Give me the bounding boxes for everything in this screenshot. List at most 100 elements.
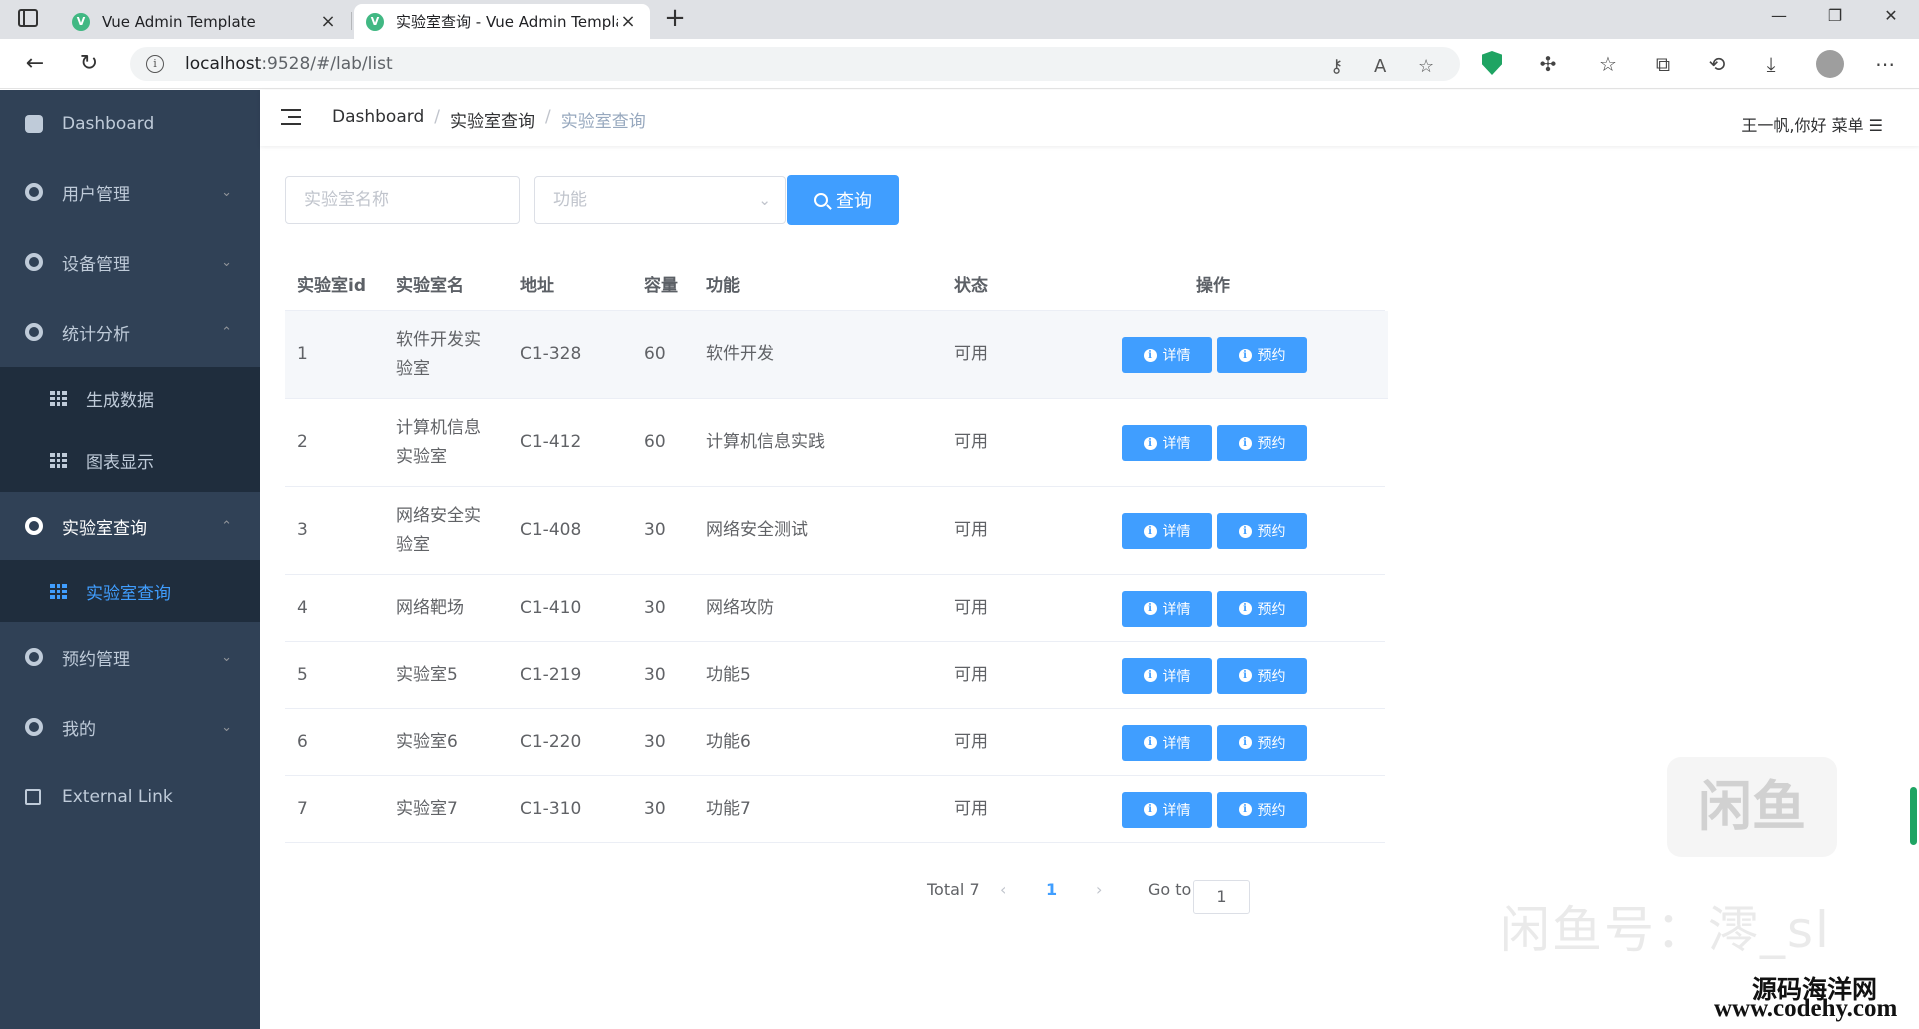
tab-separator	[351, 12, 352, 30]
key-icon[interactable]: ⚷	[1330, 56, 1343, 77]
table-row: 4 网络靶场 C1-410 30 网络攻防 可用 i 详情 i 预约	[285, 575, 1385, 642]
chevron-down-icon: ⌄	[758, 191, 771, 209]
reserve-button[interactable]: i 预约	[1217, 337, 1307, 373]
profile-avatar[interactable]	[1816, 50, 1844, 78]
refresh-icon[interactable]: ↻	[74, 49, 104, 79]
gear-icon	[25, 253, 43, 271]
query-button[interactable]: 查询	[787, 175, 899, 225]
cell-id: 1	[297, 344, 308, 364]
sidebar-item-label: 生成数据	[86, 390, 154, 411]
user-menu[interactable]: 王一帆,你好 菜单 ☰	[1741, 112, 1883, 136]
sidebar-item-dashboard[interactable]: Dashboard	[0, 90, 260, 157]
favorites-icon[interactable]: ☆	[1595, 51, 1621, 77]
close-icon[interactable]: ×	[618, 11, 638, 32]
prev-page-icon[interactable]: ‹	[1000, 880, 1006, 899]
goto-page-input[interactable]: 1	[1193, 880, 1250, 914]
sidebar-item-chart-display[interactable]: 图表显示	[0, 429, 260, 491]
sidebar-item-reservations[interactable]: 预约管理 ⌄	[0, 622, 260, 692]
more-icon[interactable]: ⋯	[1872, 51, 1898, 77]
cell-capacity: 30	[644, 798, 666, 819]
cell-line: 网络安全实	[396, 506, 481, 526]
detail-button[interactable]: i 详情	[1122, 337, 1212, 373]
cell-line: 计算机信息	[396, 418, 481, 438]
cell-status: 可用	[954, 798, 988, 819]
url-bar[interactable]: i localhost:9528/#/lab/list ⚷ A ☆	[130, 47, 1460, 81]
reserve-button[interactable]: i 预约	[1217, 513, 1307, 549]
detail-button[interactable]: i 详情	[1122, 657, 1212, 694]
extensions-icon[interactable]: ✣	[1535, 51, 1561, 77]
sidebar-item-users[interactable]: 用户管理 ⌄	[0, 157, 260, 227]
cell-address: C1-408	[520, 520, 582, 540]
lab-submenu: 实验室查询	[0, 560, 260, 622]
table-icon	[50, 583, 67, 599]
function-select[interactable]: 功能 ⌄	[534, 176, 786, 224]
sidebar-item-lab-query-list[interactable]: 实验室查询	[0, 560, 260, 622]
page-number[interactable]: 1	[1046, 880, 1057, 899]
collections-icon[interactable]: ⧉	[1650, 51, 1676, 77]
new-tab-icon[interactable]: +	[660, 4, 690, 34]
col-header-function: 功能	[706, 276, 740, 296]
sidebar-item-generate-data[interactable]: 生成数据	[0, 367, 260, 429]
site-watermark-url: www.codehy.com	[1714, 995, 1898, 1022]
function-placeholder: 功能	[553, 190, 587, 210]
breadcrumb-item[interactable]: 实验室查询	[450, 107, 535, 132]
minimize-icon[interactable]: —	[1764, 6, 1794, 32]
cell-id: 6	[297, 731, 308, 752]
button-label: 详情	[1162, 735, 1191, 752]
sidebar-item-lab-query[interactable]: 实验室查询 ⌃	[0, 492, 260, 560]
back-icon[interactable]: ←	[20, 49, 50, 79]
cell-function: 计算机信息实践	[706, 432, 825, 452]
sidebar-item-stats[interactable]: 统计分析 ⌃	[0, 297, 260, 367]
col-header-id: 实验室id	[297, 276, 366, 296]
detail-button[interactable]: i 详情	[1122, 590, 1212, 627]
button-label: 详情	[1162, 802, 1191, 819]
reserve-button[interactable]: i 预约	[1217, 425, 1307, 461]
cell-function: 网络安全测试	[706, 520, 808, 540]
history-icon[interactable]: ⟲	[1704, 51, 1730, 77]
cell-id: 5	[297, 664, 308, 685]
cell-capacity: 30	[644, 520, 666, 540]
detail-button[interactable]: i 详情	[1122, 513, 1212, 549]
stats-submenu: 生成数据 图表显示	[0, 367, 260, 492]
window-close-icon[interactable]: ✕	[1876, 6, 1906, 32]
info-icon: i	[1238, 669, 1252, 682]
shield-icon[interactable]	[1482, 51, 1502, 75]
info-icon: i	[1143, 736, 1157, 749]
hamburger-icon[interactable]	[281, 109, 301, 127]
restore-icon[interactable]: ❐	[1820, 6, 1850, 32]
reserve-button[interactable]: i 预约	[1217, 657, 1307, 694]
button-label: 详情	[1162, 601, 1191, 618]
info-icon: i	[1238, 436, 1252, 450]
read-aloud-icon[interactable]: A	[1374, 56, 1386, 77]
cell-address: C1-220	[520, 731, 582, 752]
sidebar-item-external-link[interactable]: External Link	[0, 762, 260, 832]
detail-button[interactable]: i 详情	[1122, 791, 1212, 828]
scrollbar-thumb[interactable]	[1910, 787, 1917, 845]
watermark-logo: 闲鱼	[1667, 757, 1837, 857]
col-header-capacity: 容量	[644, 276, 678, 296]
breadcrumb-item[interactable]: Dashboard	[332, 107, 424, 132]
sidebar-item-mine[interactable]: 我的 ⌄	[0, 692, 260, 762]
info-icon[interactable]: i	[146, 55, 164, 73]
tab-actions-icon[interactable]	[18, 9, 38, 27]
button-label: 详情	[1162, 524, 1191, 540]
download-icon[interactable]: ⤓	[1758, 51, 1784, 77]
chevron-up-icon: ⌃	[221, 324, 232, 340]
sidebar-item-devices[interactable]: 设备管理 ⌄	[0, 227, 260, 297]
button-label: 预约	[1257, 601, 1286, 618]
browser-tab-1[interactable]: V Vue Admin Template ×	[60, 4, 350, 39]
close-icon[interactable]: ×	[318, 11, 338, 32]
detail-button[interactable]: i 详情	[1122, 425, 1212, 461]
detail-button[interactable]: i 详情	[1122, 724, 1212, 761]
lab-name-input[interactable]: 实验室名称	[285, 176, 520, 224]
reserve-button[interactable]: i 预约	[1217, 724, 1307, 761]
cell-name: 网络安全实 验室	[396, 502, 481, 560]
cell-capacity: 60	[644, 432, 666, 452]
browser-tab-2[interactable]: V 实验室查询 - Vue Admin Templa ×	[354, 4, 650, 39]
table-icon	[50, 390, 67, 406]
reserve-button[interactable]: i 预约	[1217, 791, 1307, 828]
favorite-add-icon[interactable]: ☆	[1418, 56, 1434, 77]
info-icon: i	[1143, 803, 1157, 816]
reserve-button[interactable]: i 预约	[1217, 590, 1307, 627]
next-page-icon[interactable]: ›	[1096, 880, 1102, 899]
